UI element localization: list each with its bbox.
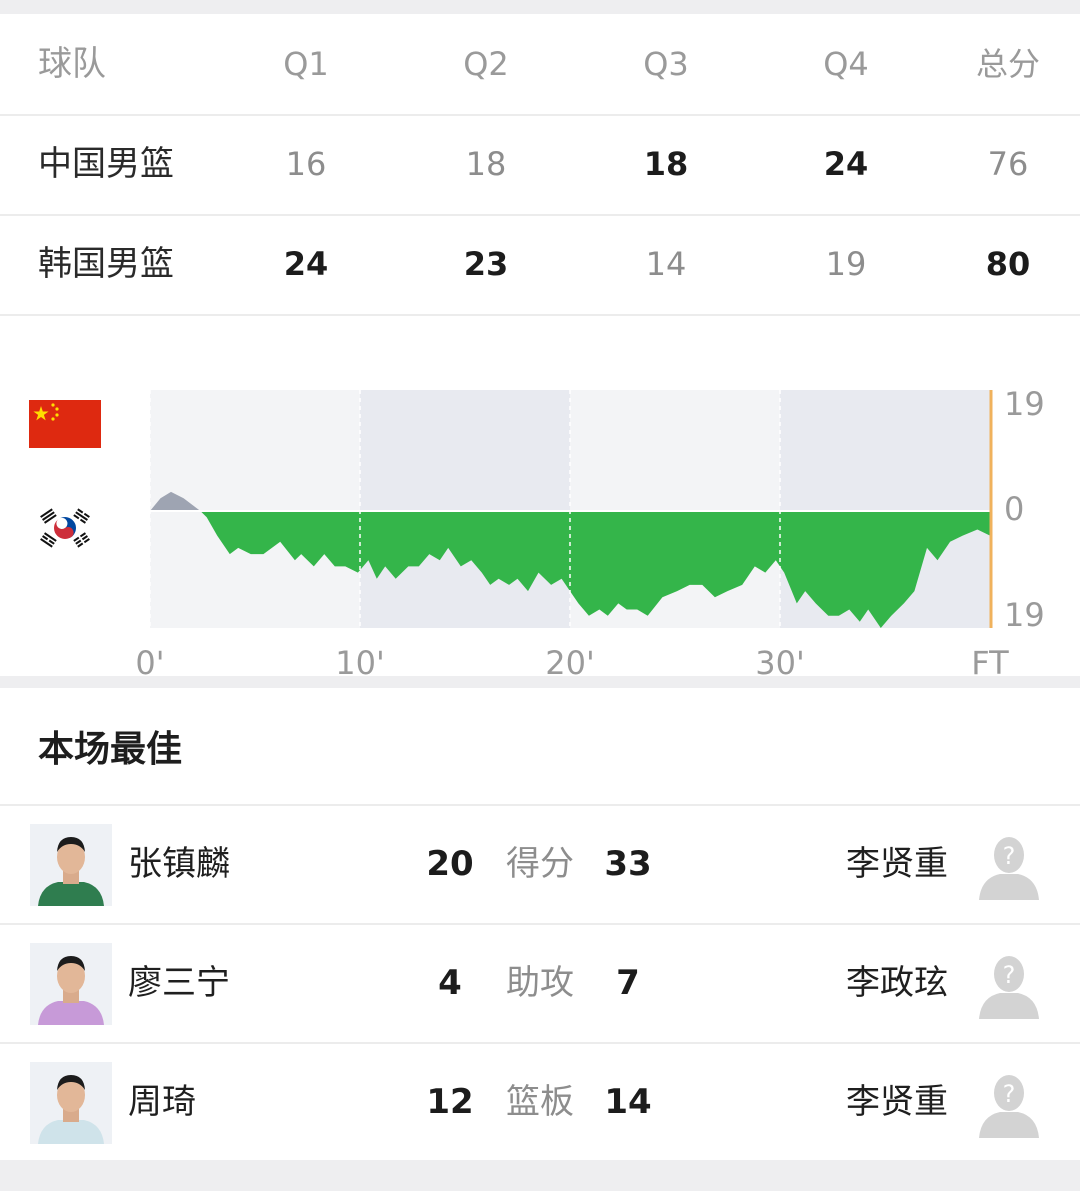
quarter-band (360, 390, 570, 628)
header-q1: Q1 (283, 45, 329, 83)
team-name: 韩国男篮 (38, 244, 174, 284)
right-player-name[interactable]: 李贤重 (846, 1044, 948, 1161)
player-avatar-icon (30, 824, 112, 906)
score-card: 球队 Q1 Q2 Q3 Q4 总分 中国男篮 16 18 18 24 76 韩国… (0, 14, 1080, 676)
header-team: 球队 (38, 44, 106, 84)
player-avatar-icon (30, 943, 112, 1025)
unknown-player-icon[interactable]: ? (976, 953, 1042, 1019)
lead-chart: 0' 10' 20' 30' FT 19 0 19 (135, 385, 1045, 676)
score-table-header: 球队 Q1 Q2 Q3 Q4 总分 (0, 14, 1080, 116)
unknown-player-icon[interactable]: ? (976, 1072, 1042, 1138)
q1-score: 24 (283, 245, 329, 283)
svg-text:?: ? (1003, 842, 1016, 870)
team-name: 中国男篮 (38, 144, 174, 184)
left-player-value: 20 (426, 844, 474, 884)
svg-text:?: ? (1003, 961, 1016, 989)
left-player-name[interactable]: 周琦 (128, 1044, 196, 1161)
x-tick-label: FT (971, 644, 1009, 676)
header-q2: Q2 (463, 45, 509, 83)
q1-score: 16 (285, 145, 327, 183)
stat-label: 助攻 (506, 963, 574, 1003)
player-row-points[interactable]: 张镇麟 20 得分 33 李贤重 ? (0, 804, 1080, 923)
y-tick-label: 19 (1004, 596, 1045, 634)
player-row-rebounds[interactable]: 周琦 12 篮板 14 李贤重 ? (0, 1042, 1080, 1161)
q3-score: 14 (645, 245, 687, 283)
header-q3: Q3 (643, 45, 689, 83)
total-score: 80 (985, 245, 1031, 283)
q3-score: 18 (643, 145, 689, 183)
left-player-value: 4 (438, 963, 462, 1003)
right-player-value: 33 (604, 844, 652, 884)
right-player-value: 14 (604, 1082, 652, 1122)
player-photo[interactable] (30, 943, 112, 1025)
right-player-name[interactable]: 李政玹 (846, 925, 948, 1042)
header-q4: Q4 (823, 45, 869, 83)
unknown-player-icon[interactable]: ? (976, 834, 1042, 900)
score-row-china: 中国男篮 16 18 18 24 76 (0, 114, 1080, 216)
x-tick-label: 30' (755, 644, 805, 676)
stat-label: 篮板 (506, 1082, 574, 1122)
left-player-value: 12 (426, 1082, 474, 1122)
y-tick-label: 19 (1004, 385, 1045, 423)
x-tick-label: 0' (135, 644, 164, 676)
best-players-card: 本场最佳 张镇麟 20 得分 33 李贤重 ? 廖三宁 4 助攻 7 李政玹 ?… (0, 688, 1080, 1160)
score-row-korea: 韩国男篮 24 23 14 19 80 (0, 214, 1080, 316)
y-tick-label: 0 (1004, 490, 1024, 528)
right-player-value: 7 (616, 963, 640, 1003)
player-photo[interactable] (30, 824, 112, 906)
q4-score: 19 (825, 245, 867, 283)
total-score: 76 (987, 145, 1029, 183)
x-tick-label: 20' (545, 644, 595, 676)
section-title: 本场最佳 (38, 729, 183, 770)
svg-text:?: ? (1003, 1080, 1016, 1108)
left-player-name[interactable]: 廖三宁 (128, 925, 230, 1042)
left-player-name[interactable]: 张镇麟 (128, 806, 230, 923)
player-photo[interactable] (30, 1062, 112, 1144)
stat-label: 得分 (506, 844, 574, 884)
q2-score: 18 (465, 145, 507, 183)
x-tick-label: 10' (335, 644, 385, 676)
right-player-name[interactable]: 李贤重 (846, 806, 948, 923)
q2-score: 23 (463, 245, 509, 283)
q4-score: 24 (823, 145, 869, 183)
player-avatar-icon (30, 1062, 112, 1144)
player-row-assists[interactable]: 廖三宁 4 助攻 7 李政玹 ? (0, 923, 1080, 1042)
header-total: 总分 (975, 45, 1040, 83)
